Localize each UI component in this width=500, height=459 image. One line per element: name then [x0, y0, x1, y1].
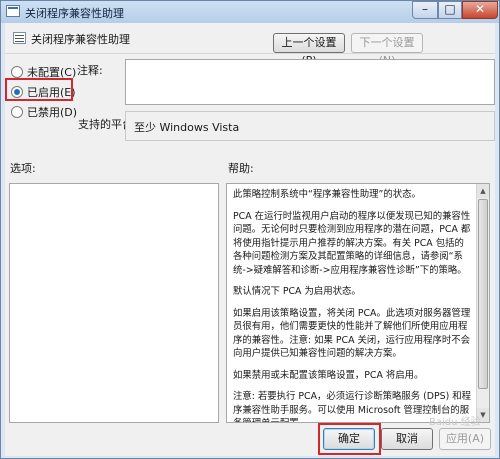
radio-disabled[interactable]	[11, 106, 23, 118]
options-panel	[9, 183, 219, 423]
scroll-up-arrow-icon[interactable]: ▲	[477, 184, 489, 198]
supported-platform-value: 至少 Windows Vista	[125, 111, 495, 141]
policy-dialog-window: 关闭程序兼容性助理 – □ ✕ 关闭程序兼容性助理 上一个设置(P) 下一个设置…	[0, 0, 500, 459]
baidu-watermark: Baidu 经验	[429, 417, 481, 428]
scroll-thumb[interactable]	[478, 199, 488, 389]
app-icon	[6, 5, 20, 17]
help-paragraph: 如果禁用或未配置该策略设置，PCA 将启用。	[233, 369, 424, 381]
option-disabled[interactable]: 已禁用(D)	[11, 104, 77, 120]
help-paragraph: 如果启用该策略设置，将关闭 PCA。此选项对服务器管理员很有用，他们需要更快的性…	[233, 307, 471, 360]
enabled-highlight-box	[5, 78, 73, 101]
minimize-button[interactable]: –	[412, 1, 438, 19]
help-label: 帮助:	[228, 162, 254, 175]
header-divider	[5, 53, 495, 54]
cancel-button[interactable]: 取消	[381, 428, 433, 450]
title-bar[interactable]: 关闭程序兼容性助理 – □ ✕	[1, 1, 499, 23]
help-paragraph: 默认情况下 PCA 为启用状态。	[233, 286, 361, 297]
window-title: 关闭程序兼容性助理	[25, 7, 124, 20]
setting-title: 关闭程序兼容性助理	[31, 33, 130, 46]
comment-label: 注释:	[77, 64, 103, 77]
help-text: 此策略控制系统中“程序兼容性助理”的状态。 PCA 在运行时监视用户启动的程序以…	[227, 184, 475, 422]
help-panel: 此策略控制系统中“程序兼容性助理”的状态。 PCA 在运行时监视用户启动的程序以…	[226, 183, 490, 423]
next-setting-button[interactable]: 下一个设置(N)	[351, 33, 423, 67]
policy-setting-icon	[13, 32, 26, 44]
options-label: 选项:	[10, 162, 36, 175]
previous-setting-button[interactable]: 上一个设置(P)	[273, 33, 345, 67]
help-paragraph: 此策略控制系统中“程序兼容性助理”的状态。	[233, 189, 421, 200]
radio-not-configured[interactable]	[11, 66, 23, 78]
maximize-button[interactable]: □	[438, 1, 462, 19]
dialog-body: 关闭程序兼容性助理 上一个设置(P) 下一个设置(N) 未配置(C) 已启用(E…	[5, 23, 495, 456]
option-disabled-label: 已禁用(D)	[27, 106, 78, 119]
apply-button[interactable]: 应用(A)	[439, 428, 491, 450]
help-paragraph: PCA 在运行时监视用户启动的程序以便发现已知的兼容性问题。无论何时只要检测到应…	[233, 210, 471, 276]
ok-highlight-box	[318, 423, 381, 455]
close-button[interactable]: ✕	[462, 1, 498, 19]
help-scrollbar[interactable]: ▲ ▼	[476, 184, 489, 422]
comment-textarea[interactable]	[125, 59, 495, 105]
